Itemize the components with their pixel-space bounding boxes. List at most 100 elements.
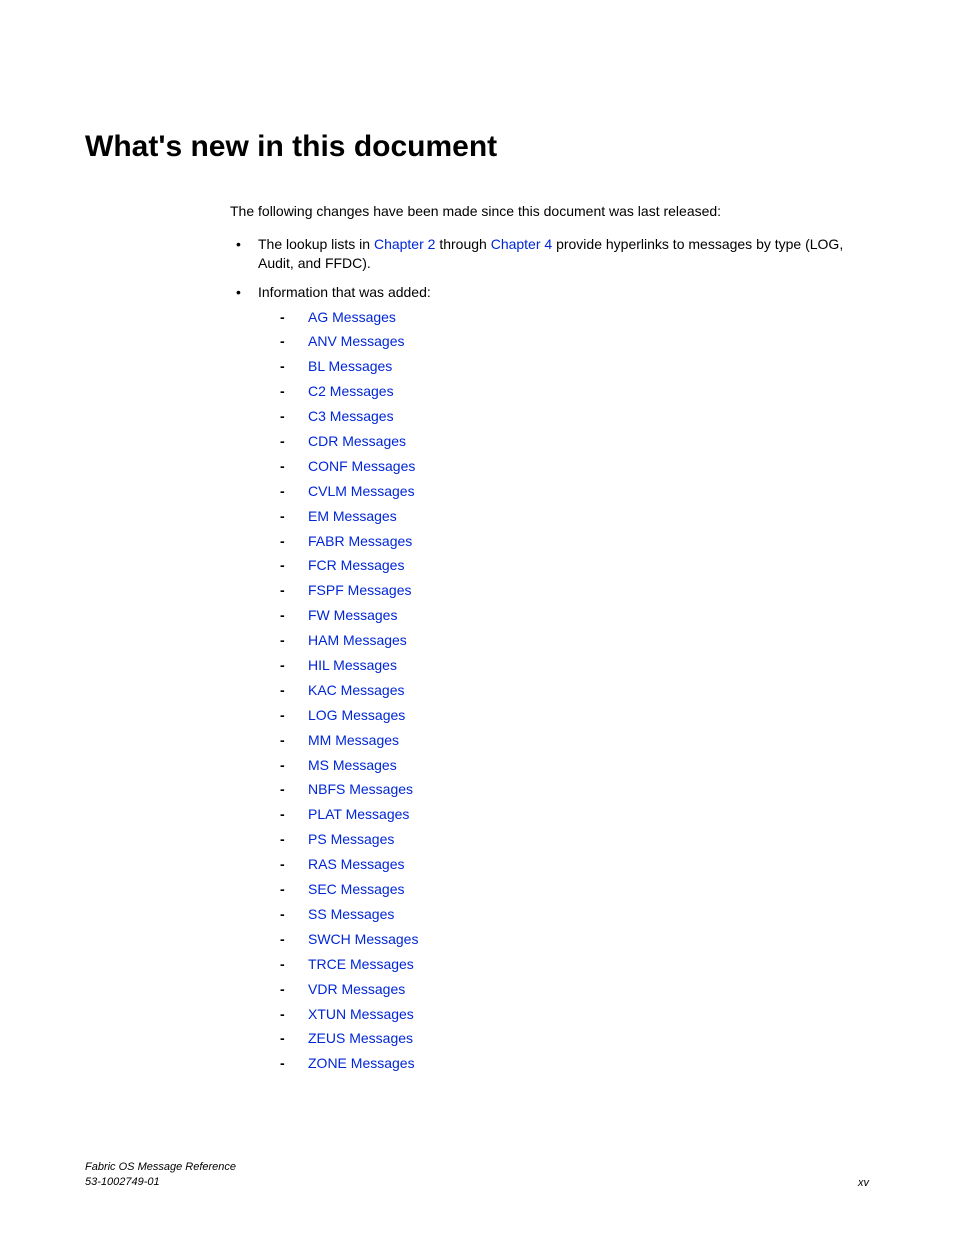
message-link[interactable]: CONF Messages xyxy=(308,458,415,474)
dash-icon: - xyxy=(280,780,285,799)
message-link[interactable]: MM Messages xyxy=(308,732,399,748)
message-link[interactable]: KAC Messages xyxy=(308,682,404,698)
dash-icon: - xyxy=(280,955,285,974)
list-item: - VDR Messages xyxy=(258,980,869,999)
dash-icon: - xyxy=(280,581,285,600)
dash-icon: - xyxy=(280,905,285,924)
dash-icon: - xyxy=(280,681,285,700)
dash-icon: - xyxy=(280,407,285,426)
list-item: - NBFS Messages xyxy=(258,780,869,799)
dash-icon: - xyxy=(280,357,285,376)
bullet2-label: Information that was added: xyxy=(258,284,431,300)
dash-icon: - xyxy=(280,1005,285,1024)
section-heading: What's new in this document xyxy=(85,130,869,164)
list-item: - BL Messages xyxy=(258,357,869,376)
message-link[interactable]: MS Messages xyxy=(308,757,397,773)
list-item: - ZONE Messages xyxy=(258,1054,869,1073)
message-link[interactable]: C2 Messages xyxy=(308,383,394,399)
message-link[interactable]: CDR Messages xyxy=(308,433,406,449)
message-link[interactable]: SS Messages xyxy=(308,906,394,922)
bullet-lookup-lists: The lookup lists in Chapter 2 through Ch… xyxy=(230,235,869,273)
dash-icon: - xyxy=(280,457,285,476)
list-item: - XTUN Messages xyxy=(258,1005,869,1024)
document-page: What's new in this document The followin… xyxy=(0,0,954,1235)
bullet-info-added: Information that was added: - AG Messages… xyxy=(230,283,869,1074)
list-item: - FABR Messages xyxy=(258,532,869,551)
list-item: - LOG Messages xyxy=(258,706,869,725)
list-item: - CONF Messages xyxy=(258,457,869,476)
dash-icon: - xyxy=(280,432,285,451)
message-link[interactable]: CVLM Messages xyxy=(308,483,415,499)
list-item: - SS Messages xyxy=(258,905,869,924)
list-item: - MM Messages xyxy=(258,731,869,750)
message-link[interactable]: ANV Messages xyxy=(308,333,404,349)
list-item: - MS Messages xyxy=(258,756,869,775)
dash-icon: - xyxy=(280,830,285,849)
message-link[interactable]: FSPF Messages xyxy=(308,582,411,598)
list-item: - CDR Messages xyxy=(258,432,869,451)
message-link[interactable]: LOG Messages xyxy=(308,707,405,723)
list-item: - C3 Messages xyxy=(258,407,869,426)
dash-icon: - xyxy=(280,731,285,750)
message-link[interactable]: SEC Messages xyxy=(308,881,404,897)
dash-icon: - xyxy=(280,507,285,526)
message-link[interactable]: FABR Messages xyxy=(308,533,412,549)
message-link[interactable]: PLAT Messages xyxy=(308,806,409,822)
message-link[interactable]: EM Messages xyxy=(308,508,397,524)
message-link[interactable]: VDR Messages xyxy=(308,981,405,997)
list-item: - RAS Messages xyxy=(258,855,869,874)
message-link[interactable]: TRCE Messages xyxy=(308,956,414,972)
dash-icon: - xyxy=(280,855,285,874)
dash-icon: - xyxy=(280,805,285,824)
dash-icon: - xyxy=(280,606,285,625)
message-link[interactable]: C3 Messages xyxy=(308,408,394,424)
link-chapter-4[interactable]: Chapter 4 xyxy=(491,236,552,252)
footer-doc-number: 53-1002749-01 xyxy=(85,1175,236,1189)
message-link[interactable]: SWCH Messages xyxy=(308,931,418,947)
dash-icon: - xyxy=(280,482,285,501)
footer-left: Fabric OS Message Reference 53-1002749-0… xyxy=(85,1160,236,1189)
list-item: - AG Messages xyxy=(258,308,869,327)
message-link[interactable]: RAS Messages xyxy=(308,856,404,872)
list-item: - PS Messages xyxy=(258,830,869,849)
list-item: - EM Messages xyxy=(258,507,869,526)
list-item: -C2 Messages xyxy=(258,382,869,401)
list-item: - FW Messages xyxy=(258,606,869,625)
link-chapter-2[interactable]: Chapter 2 xyxy=(374,236,435,252)
message-link[interactable]: ZEUS Messages xyxy=(308,1030,413,1046)
message-link[interactable]: BL Messages xyxy=(308,358,392,374)
dash-icon: - xyxy=(280,930,285,949)
dash-icon: - xyxy=(280,1054,285,1073)
message-link[interactable]: HIL Messages xyxy=(308,657,397,673)
list-item: - FSPF Messages xyxy=(258,581,869,600)
message-link[interactable]: ZONE Messages xyxy=(308,1055,415,1071)
list-item: - ANV Messages xyxy=(258,332,869,351)
dash-icon: - xyxy=(280,706,285,725)
footer-page-number: xv xyxy=(858,1177,869,1189)
dash-icon: - xyxy=(280,656,285,675)
list-item: -HAM Messages xyxy=(258,631,869,650)
dash-icon: - xyxy=(280,532,285,551)
footer-doc-title: Fabric OS Message Reference xyxy=(85,1160,236,1174)
dash-icon: - xyxy=(280,980,285,999)
dash-icon: - xyxy=(280,756,285,775)
message-link[interactable]: PS Messages xyxy=(308,831,394,847)
message-link[interactable]: NBFS Messages xyxy=(308,781,413,797)
dash-icon: - xyxy=(280,308,285,327)
dash-icon: - xyxy=(280,332,285,351)
message-link[interactable]: FW Messages xyxy=(308,607,397,623)
message-link[interactable]: XTUN Messages xyxy=(308,1006,414,1022)
dash-icon: - xyxy=(280,880,285,899)
message-link[interactable]: FCR Messages xyxy=(308,557,404,573)
bullet1-mid: through xyxy=(435,236,490,252)
content-block: The following changes have been made sin… xyxy=(230,202,869,1073)
top-bullet-list: The lookup lists in Chapter 2 through Ch… xyxy=(230,235,869,1073)
message-link[interactable]: HAM Messages xyxy=(308,632,407,648)
list-item: - TRCE Messages xyxy=(258,955,869,974)
bullet1-prefix: The lookup lists in xyxy=(258,236,374,252)
intro-paragraph: The following changes have been made sin… xyxy=(230,202,869,221)
list-item: - SWCH Messages xyxy=(258,930,869,949)
message-link[interactable]: AG Messages xyxy=(308,309,396,325)
added-info-sublist: -AG Messages-ANV Messages-BL Messages-C2… xyxy=(258,308,869,1074)
list-item: - KAC Messages xyxy=(258,681,869,700)
